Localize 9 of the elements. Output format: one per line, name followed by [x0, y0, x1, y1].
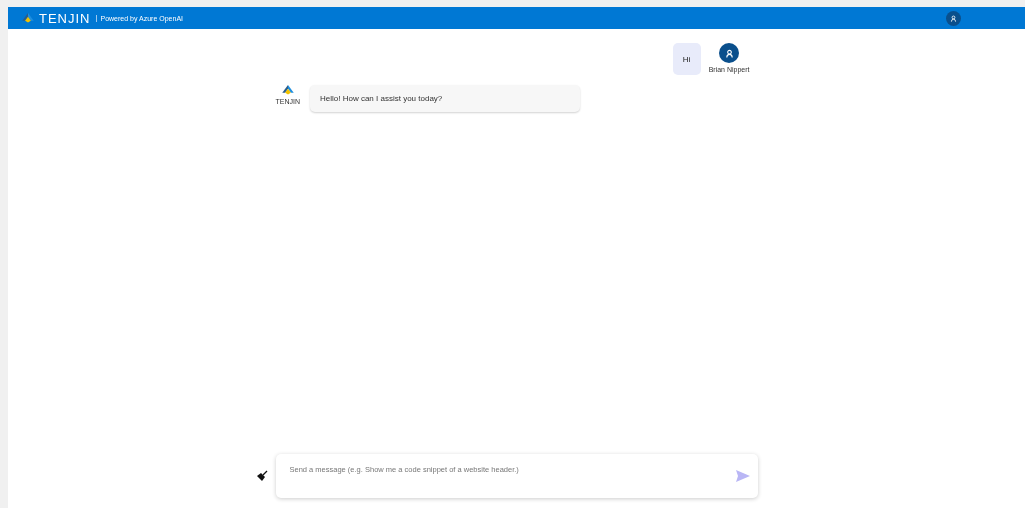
message-bubble: Hi [672, 43, 701, 75]
account-button[interactable] [946, 10, 961, 26]
person-icon [950, 14, 957, 22]
message-bubble: Hello! How can I assist you today? [310, 85, 580, 112]
broom-icon[interactable] [255, 470, 268, 482]
brand-name: TENJIN [39, 10, 91, 26]
logo-icon [281, 85, 294, 95]
person-icon [724, 48, 734, 58]
logo-icon [22, 13, 34, 23]
